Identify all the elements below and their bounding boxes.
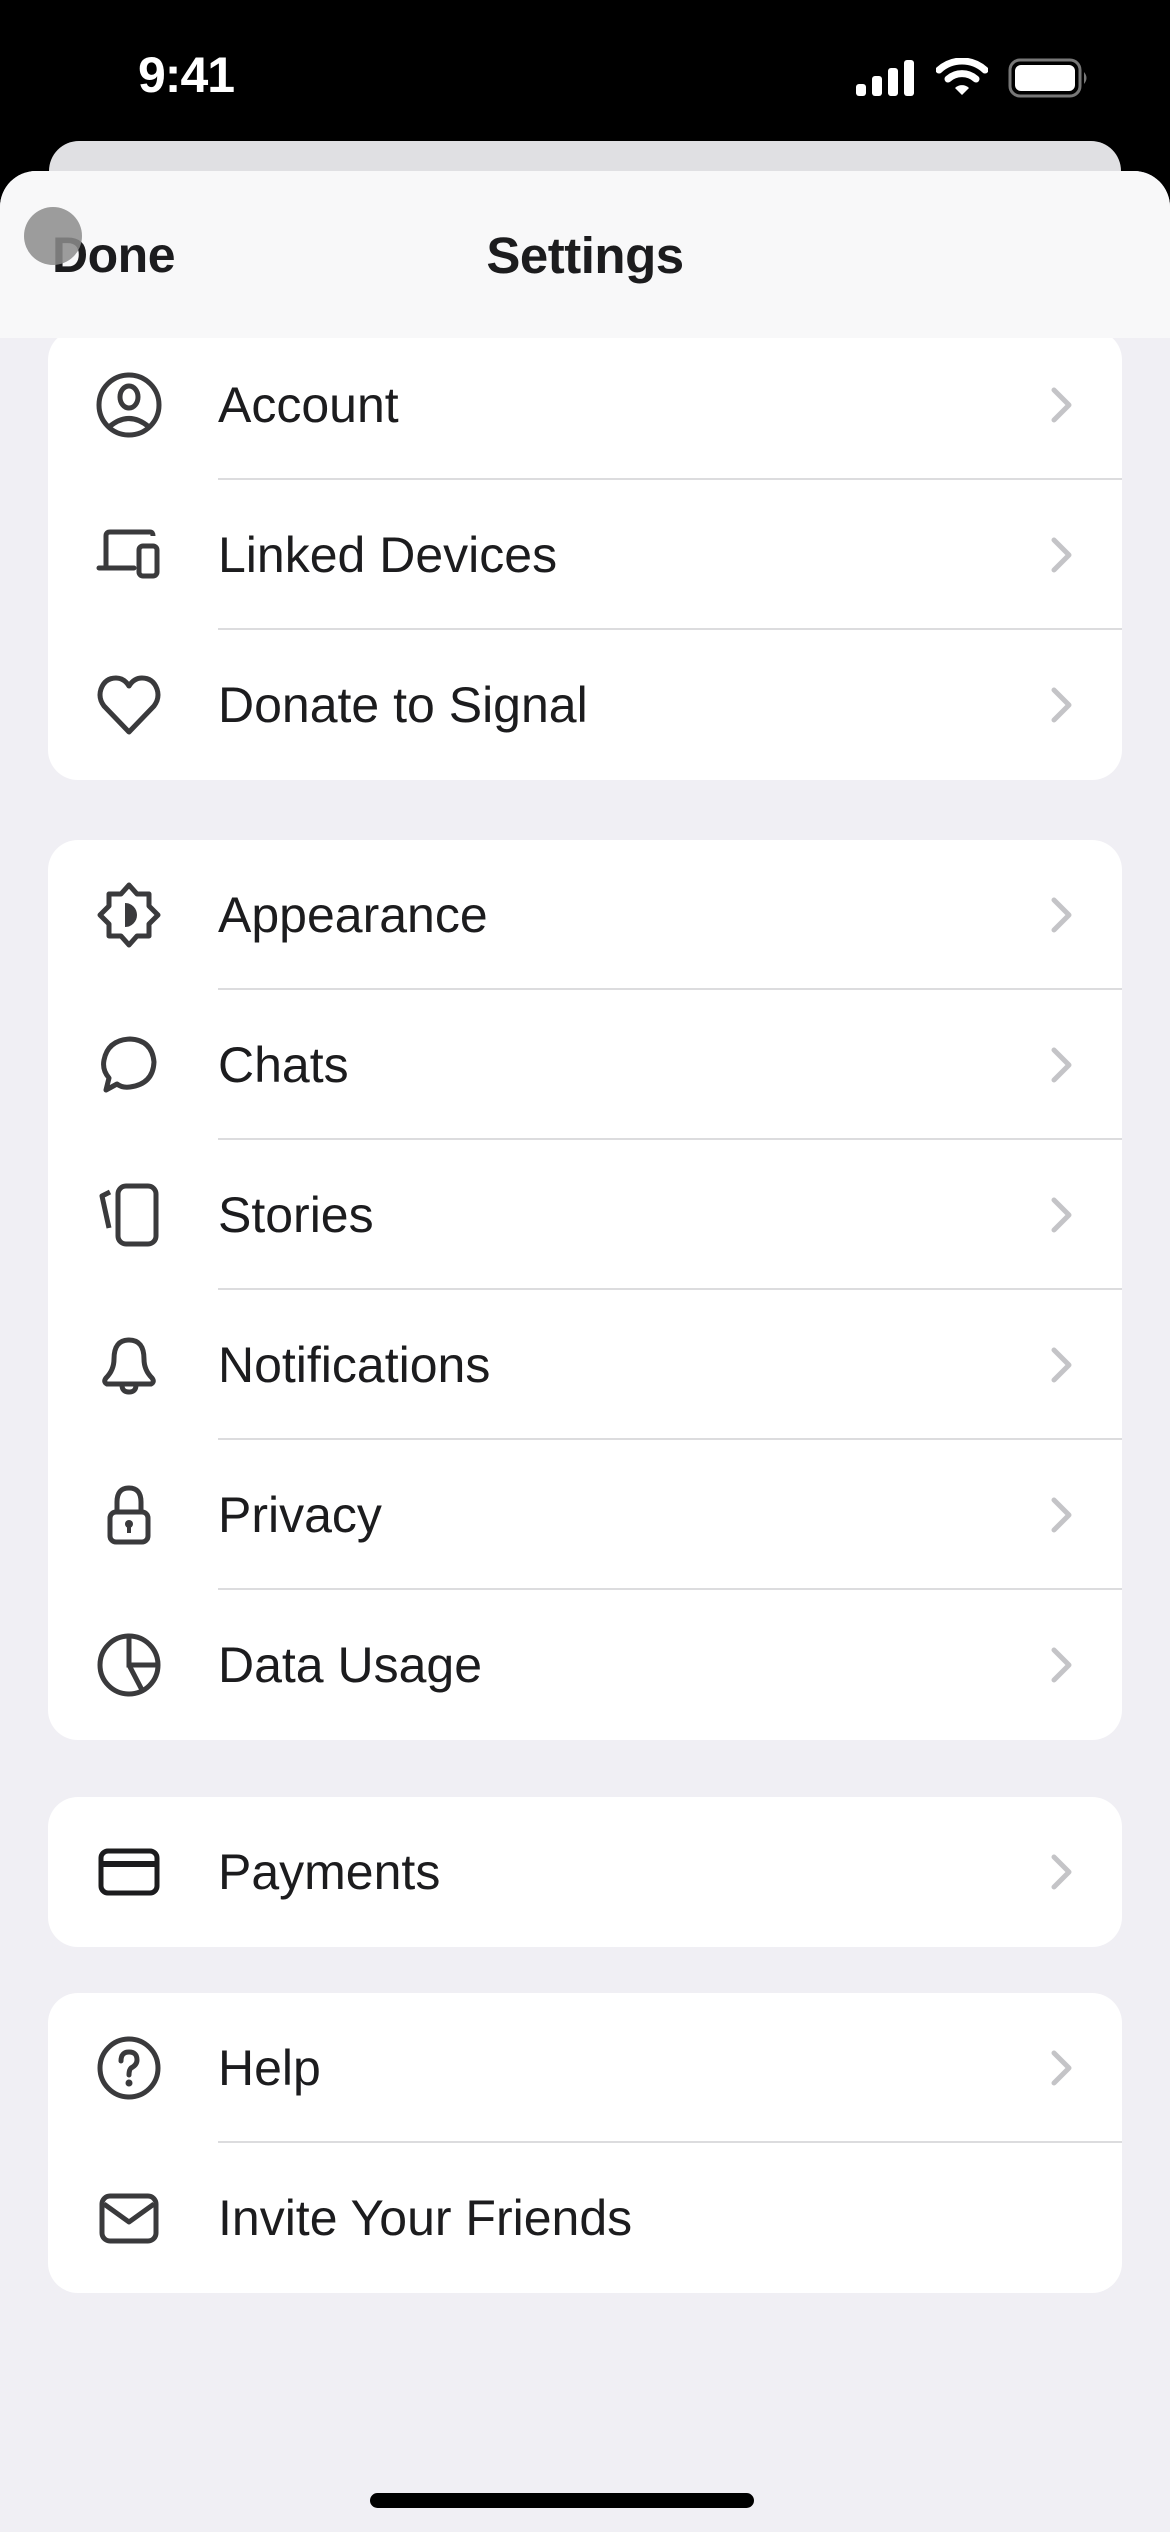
appearance-icon — [96, 882, 162, 948]
chat-bubble-icon — [96, 1032, 162, 1098]
status-bar: 9:41 — [0, 0, 1170, 140]
settings-item-payments[interactable]: Payments — [48, 1797, 1122, 1947]
settings-item-stories[interactable]: Stories — [48, 1140, 1122, 1290]
navigation-header: Done Settings — [0, 171, 1170, 338]
settings-section-payments: Payments — [48, 1797, 1122, 1947]
settings-item-label: Appearance — [218, 887, 488, 943]
chevron-right-icon — [1051, 537, 1072, 573]
chevron-right-icon — [1051, 1047, 1072, 1083]
settings-item-label: Stories — [218, 1187, 374, 1243]
chevron-right-icon — [1051, 2050, 1072, 2086]
settings-item-label: Account — [218, 377, 399, 433]
settings-section-preferences: Appearance Chats Stories Notifications P… — [48, 840, 1122, 1740]
settings-item-appearance[interactable]: Appearance — [48, 840, 1122, 990]
chevron-right-icon — [1051, 387, 1072, 423]
pie-chart-icon — [96, 1632, 162, 1698]
settings-section-account: Account Linked Devices Donate to Signal — [48, 330, 1122, 780]
home-indicator[interactable] — [370, 2493, 754, 2508]
credit-card-icon — [96, 1839, 162, 1905]
settings-item-notifications[interactable]: Notifications — [48, 1290, 1122, 1440]
stories-icon — [96, 1182, 162, 1248]
chevron-right-icon — [1051, 1497, 1072, 1533]
account-icon — [96, 372, 162, 438]
settings-item-help[interactable]: Help — [48, 1993, 1122, 2143]
chevron-right-icon — [1051, 1197, 1072, 1233]
heart-icon — [96, 672, 162, 738]
chevron-right-icon — [1051, 687, 1072, 723]
settings-item-label: Privacy — [218, 1487, 382, 1543]
chevron-right-icon — [1051, 1854, 1072, 1890]
settings-item-label: Invite Your Friends — [218, 2190, 633, 2246]
settings-item-account[interactable]: Account — [48, 330, 1122, 480]
settings-item-label: Data Usage — [218, 1637, 483, 1693]
settings-item-data-usage[interactable]: Data Usage — [48, 1590, 1122, 1740]
help-icon — [96, 2035, 162, 2101]
settings-item-label: Chats — [218, 1037, 349, 1093]
settings-sheet: Done Settings Account Linked Devices Don… — [0, 171, 1170, 2532]
lock-icon — [96, 1482, 162, 1548]
settings-item-linked-devices[interactable]: Linked Devices — [48, 480, 1122, 630]
chevron-right-icon — [1051, 1647, 1072, 1683]
settings-item-label: Notifications — [218, 1337, 491, 1393]
settings-item-label: Linked Devices — [218, 527, 558, 583]
status-time: 9:41 — [138, 47, 235, 103]
settings-section-support: Help Invite Your Friends — [48, 1993, 1122, 2293]
battery-icon — [1008, 58, 1087, 98]
bell-icon — [96, 1332, 162, 1398]
chevron-right-icon — [1051, 1347, 1072, 1383]
envelope-icon — [96, 2185, 162, 2251]
wifi-icon — [936, 58, 988, 95]
chevron-right-icon — [1051, 897, 1072, 933]
page-title: Settings — [486, 227, 684, 284]
settings-item-label: Payments — [218, 1844, 441, 1900]
touch-indicator — [24, 207, 82, 265]
settings-item-donate[interactable]: Donate to Signal — [48, 630, 1122, 780]
cellular-signal-icon — [856, 60, 914, 96]
settings-item-label: Help — [218, 2040, 321, 2096]
settings-item-privacy[interactable]: Privacy — [48, 1440, 1122, 1590]
settings-item-invite-friends[interactable]: Invite Your Friends — [48, 2143, 1122, 2293]
linked-devices-icon — [96, 522, 162, 588]
settings-item-label: Donate to Signal — [218, 677, 588, 733]
settings-item-chats[interactable]: Chats — [48, 990, 1122, 1140]
